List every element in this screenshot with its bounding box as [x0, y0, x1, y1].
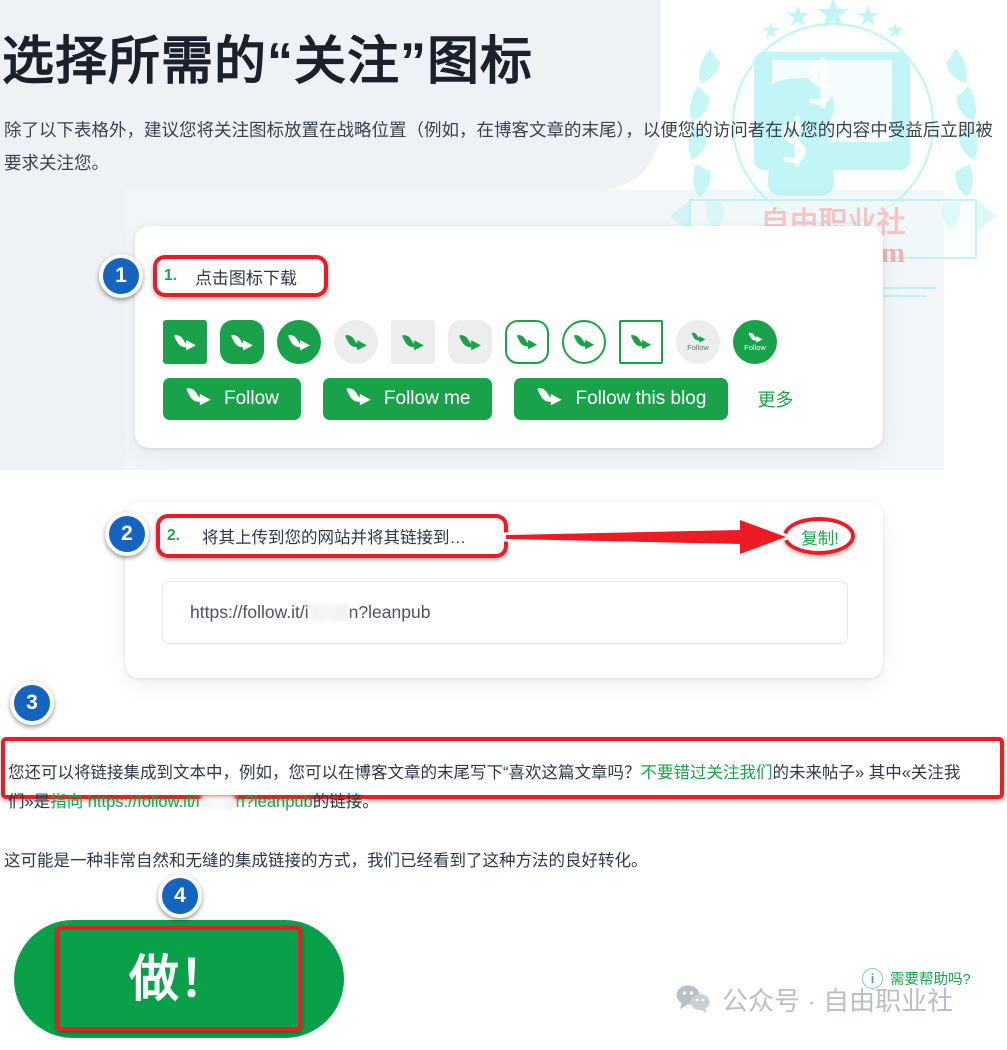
follow-arrow-icon [748, 332, 762, 343]
follow-arrow-icon [630, 335, 652, 350]
step-badge-2: 2 [105, 512, 149, 556]
step3-link-prefix[interactable]: 指向 https://follow.it/i [50, 793, 199, 811]
follow-me-button-label: Follow me [383, 388, 471, 409]
page-title: 选择所需的“关注”图标 [2, 32, 534, 91]
follow-arrow-icon [186, 387, 211, 405]
url-redacted-segment [309, 604, 348, 621]
follow-arrow-icon [459, 334, 481, 350]
step-badge-1: 1 [99, 254, 143, 298]
step3-part3: 的链接。 [312, 792, 379, 811]
icon-gray-circle-follow-label: Follow [687, 343, 709, 352]
follow-button-gallery: Follow Follow me Follow this blog 更多 [163, 378, 793, 420]
icon-gray-rounded-square[interactable] [448, 320, 492, 364]
follow-arrow-icon [231, 334, 253, 350]
intro-paragraph: 除了以下表格外，建议您将关注图标放置在战略位置（例如，在博客文章的末尾），以便您… [4, 119, 993, 173]
follow-arrow-icon [402, 334, 424, 350]
follow-arrow-icon [537, 387, 563, 405]
follow-url-field[interactable]: https://follow.it/i n?leanpub [162, 581, 848, 644]
step2-heading-text: 将其上传到您的网站并将其链接到… [201, 529, 466, 547]
icon-green-rounded-square[interactable] [220, 320, 264, 364]
step3-paragraph: 您还可以将链接集成到文本中，例如，您可以在博客文章的末尾写下“喜欢这篇文章吗？不… [8, 759, 1000, 817]
follow-button-label: Follow [224, 388, 279, 409]
icon-green-circle-follow[interactable]: Follow [733, 320, 777, 364]
help-badge[interactable]: i 需要帮助吗? [862, 967, 971, 989]
follow-arrow-icon [185, 387, 212, 412]
wechat-icon [676, 985, 710, 1013]
url-suffix: n?leanpub [348, 602, 431, 622]
icon-green-circle[interactable] [277, 320, 321, 364]
step3-part1: 您还可以将链接集成到文本中，例如，您可以在博客文章的末尾写下“喜欢这篇文章吗？ [8, 763, 641, 782]
icon-green-circle-follow-label: Follow [744, 343, 766, 352]
url-prefix: https://follow.it/i [190, 602, 309, 622]
follow-arrow-icon [174, 334, 196, 350]
icon-outline-rounded-square[interactable] [505, 320, 549, 364]
follow-arrow-icon [573, 335, 595, 350]
follow-arrow-icon [288, 334, 310, 350]
icon-gray-circle-follow[interactable]: Follow [676, 320, 720, 364]
more-link[interactable]: 更多 [757, 386, 793, 412]
copy-button[interactable]: 复制! [793, 525, 847, 549]
step1-heading-text: 点击图标下载 [194, 268, 297, 288]
follow-icon-gallery: Follow Follow [163, 316, 777, 368]
icon-gray-square[interactable] [391, 320, 435, 364]
follow-me-button[interactable]: Follow me [322, 378, 493, 420]
follow-arrow-icon [345, 387, 372, 412]
annotation-arrow [502, 513, 792, 561]
follow-arrow-icon [691, 332, 705, 343]
step-badge-3: 3 [10, 681, 54, 725]
follow-arrow-icon [536, 387, 563, 412]
follow-arrow-icon [516, 335, 538, 350]
step3-highlight-1: 不要错过关注我们 [640, 763, 773, 782]
icon-green-square[interactable] [163, 320, 207, 364]
step1-list-number: 1. [164, 267, 177, 284]
follow-arrow-icon [345, 334, 367, 350]
follow-button[interactable]: Follow [163, 378, 301, 420]
follow-arrow-icon [346, 387, 371, 405]
step3-link-suffix[interactable]: n?leanpub [236, 793, 313, 811]
icon-gray-circle[interactable] [334, 320, 378, 364]
closing-paragraph: 这可能是一种非常自然和无缝的集成链接的方式，我们已经看到了这种方法的良好转化。 [4, 851, 648, 870]
info-icon: i [862, 967, 883, 989]
follow-this-blog-button-label: Follow this blog [575, 388, 707, 409]
step3-redacted-segment [200, 794, 235, 810]
icon-outline-circle[interactable] [562, 320, 606, 364]
step2-list-number: 2. [167, 527, 180, 544]
icon-outline-square[interactable] [619, 320, 663, 364]
step1-heading: 1. 点击图标下载 [164, 262, 297, 290]
follow-this-blog-button[interactable]: Follow this blog [514, 378, 729, 420]
step-badge-4: 4 [158, 874, 202, 918]
step2-heading: 2. 将其上传到您的网站并将其链接到… [167, 523, 466, 549]
background-panel-middle [0, 190, 125, 490]
help-badge-label: 需要帮助吗? [890, 971, 971, 988]
do-button[interactable]: 做！ [14, 920, 344, 1038]
